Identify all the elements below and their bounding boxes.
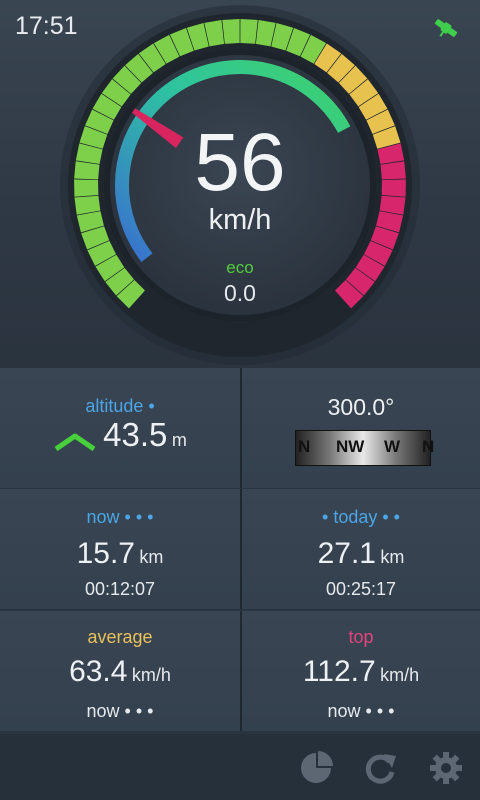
top-speed-unit: km/h (380, 665, 420, 685)
gear-icon[interactable] (426, 748, 466, 788)
compass-mark: NW (336, 437, 365, 456)
average-scope: now • • • (86, 701, 154, 721)
compass-mark: W (384, 437, 401, 456)
top-speed-scope: now • • • (327, 701, 395, 721)
trip-today-time: 00:25:17 (325, 579, 397, 599)
top-speed-value: 112.7 (302, 655, 376, 688)
trip-now-time: 00:12:07 (84, 579, 156, 599)
compass-strip: N NW W N (295, 430, 435, 466)
speed-value: 56 (194, 117, 286, 208)
eco-value: 0.0 (224, 280, 256, 306)
compass-mark: N (422, 437, 435, 456)
trip-today-unit: km (380, 547, 405, 567)
trip-today-distance: 27.1 (317, 537, 376, 570)
trip-now-distance: 15.7 (76, 537, 135, 570)
bottom-toolbar (0, 734, 480, 800)
pie-chart-icon[interactable] (296, 748, 336, 788)
scale-tick (74, 179, 99, 197)
altitude-label: altitude • (85, 396, 155, 416)
trip-now-unit: km (139, 547, 164, 567)
altitude-unit: m (171, 430, 187, 450)
altitude-panel[interactable]: altitude • 43.5 m (0, 368, 240, 488)
average-unit: km/h (131, 665, 171, 685)
eco-label: eco (226, 258, 254, 277)
average-panel[interactable]: average 63.4 km/h now • • • (0, 611, 240, 731)
trip-today-panel[interactable]: • today • • 27.1 km 00:25:17 (240, 489, 480, 609)
speed-unit: km/h (208, 204, 272, 236)
refresh-icon[interactable] (360, 748, 400, 788)
heading-panel[interactable]: 300.0° N NW W N (240, 368, 480, 488)
scale-tick (222, 19, 240, 44)
top-speed-label: top (348, 627, 374, 647)
trip-now-panel[interactable]: now • • • 15.7 km 00:12:07 (0, 489, 240, 609)
scale-tick (381, 179, 406, 197)
altitude-value: 43.5 (103, 416, 168, 453)
scale-tick (240, 19, 258, 44)
compass-mark: N (298, 437, 311, 456)
heading-degrees: 300.0° (327, 394, 395, 420)
average-value: 63.4 (69, 655, 128, 688)
average-label: average (87, 627, 153, 647)
trip-today-label: • today • • (322, 507, 400, 527)
trend-up-icon (54, 433, 96, 451)
speedometer-panel: 17:51 56 km/h eco 0.0 (0, 0, 480, 368)
top-speed-panel[interactable]: top 112.7 km/h now • • • (240, 611, 480, 731)
trip-now-label: now • • • (86, 507, 154, 527)
